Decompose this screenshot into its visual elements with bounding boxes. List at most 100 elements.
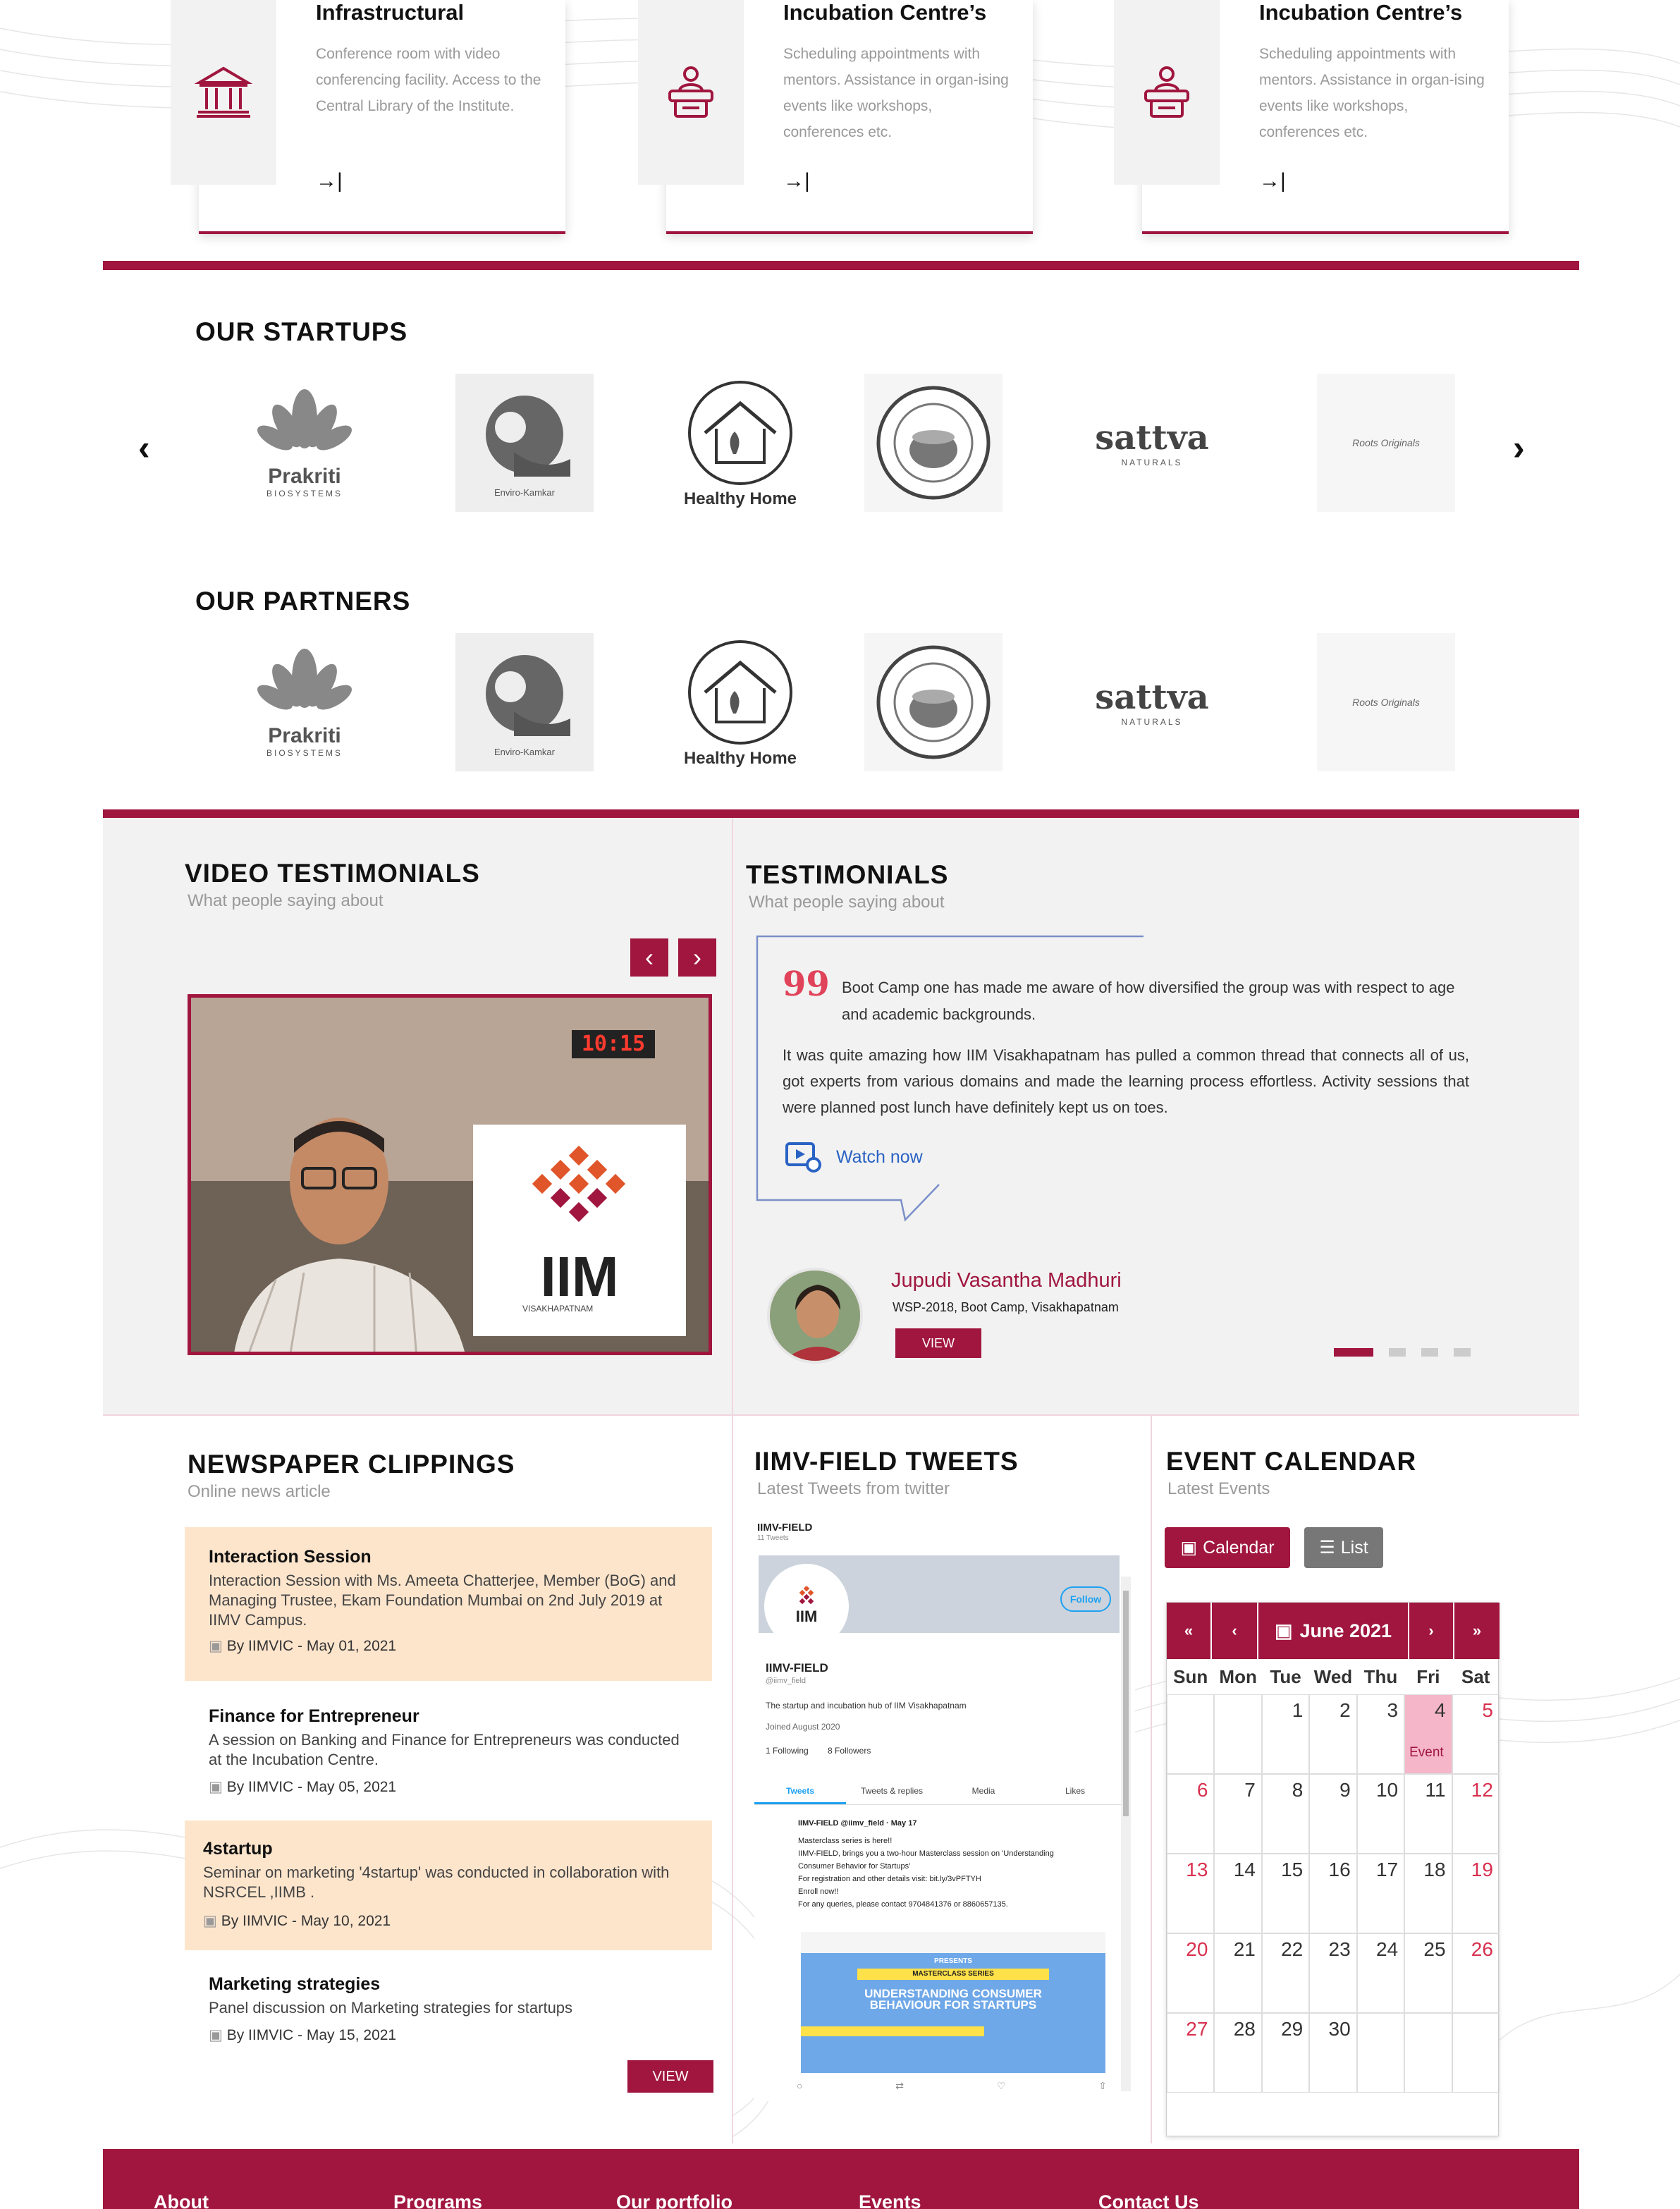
calendar-day[interactable]: 22 [1261, 1933, 1310, 2013]
service-arrow-button[interactable]: →| [783, 169, 810, 193]
video-next-button[interactable]: › [678, 938, 716, 977]
newspaper-view-button[interactable]: VIEW [627, 2060, 713, 2093]
list-view-button[interactable]: ☰ List [1304, 1527, 1383, 1568]
calendar-day [1452, 2013, 1500, 2093]
calendar-day[interactable]: 27 [1167, 2013, 1215, 2093]
partner-logo-enviro-kamkar[interactable]: Enviro-Kamkar [455, 633, 594, 771]
service-arrow-button[interactable]: →| [316, 169, 343, 193]
calendar-day[interactable]: 21 [1214, 1933, 1262, 2013]
twitter-embed[interactable]: IIMV-FIELD 11 Tweets IIM Follow IIMV-FIE… [754, 1516, 1135, 2101]
news-item[interactable]: Interaction Session Interaction Session … [185, 1527, 712, 1681]
calendar-day[interactable]: 11 [1404, 1774, 1452, 1854]
video-prev-button[interactable]: ‹ [630, 938, 668, 977]
service-card-incubation-1: Incubation Centre’s Scheduling appointme… [638, 0, 1033, 234]
tweet-text: Masterclass series is here!! IIMV-FIELD,… [798, 1835, 1108, 1911]
share-icon[interactable]: ⇧ [1098, 2080, 1107, 2092]
calendar-prev-month[interactable]: ‹ [1212, 1603, 1258, 1659]
event-label[interactable]: Event [1409, 1745, 1444, 1761]
enviro-icon [486, 654, 570, 736]
calendar-day [1214, 1694, 1262, 1774]
footer-link-contact[interactable]: Contact Us [1098, 2191, 1199, 2209]
calendar-day[interactable]: 24 [1356, 1933, 1405, 2013]
footer-link-events[interactable]: Events [859, 2191, 921, 2209]
news-item[interactable]: 4startup Seminar on marketing '4startup'… [185, 1821, 712, 1950]
watch-now-link[interactable]: Watch now [784, 1141, 923, 1173]
calendar-day-event[interactable]: 4 Event [1404, 1694, 1452, 1774]
calendar-day[interactable]: 15 [1261, 1854, 1310, 1933]
calendar-day[interactable]: 13 [1167, 1854, 1215, 1933]
calendar-day[interactable]: 30 [1309, 2013, 1357, 2093]
twitter-tab-replies[interactable]: Tweets & replies [846, 1777, 938, 1804]
calendar-day[interactable]: 18 [1404, 1854, 1452, 1933]
calendar-day[interactable]: 7 [1214, 1774, 1262, 1854]
calendar-day[interactable]: 8 [1261, 1774, 1310, 1854]
startup-logo-prakriti[interactable]: Prakriti BIOSYSTEMS [235, 374, 374, 512]
retweet-icon[interactable]: ⇄ [895, 2080, 904, 2092]
tweet-media-banner[interactable]: PRESENTS MASTERCLASS SERIES UNDERSTANDIN… [801, 1932, 1105, 2073]
footer-link-about[interactable]: About [154, 2191, 209, 2209]
calendar-day[interactable]: 6 [1167, 1774, 1215, 1854]
calendar-view-button[interactable]: ▣ Calendar [1165, 1527, 1290, 1568]
tweet-line: For registration and other details visit… [798, 1875, 981, 1883]
partner-logo-sattva[interactable]: sattva NATURALS [1083, 633, 1221, 771]
twitter-tab-likes[interactable]: Likes [1029, 1777, 1121, 1804]
calendar-day[interactable]: 23 [1309, 1933, 1357, 2013]
carousel-prev-arrow[interactable]: ‹ [138, 427, 150, 468]
video-thumbnail[interactable]: 10:15 IIM VISAKHAPATNAM [188, 994, 712, 1355]
calendar-day[interactable]: 3 [1356, 1694, 1405, 1774]
partner-logo-roots-originals[interactable]: Roots Originals [1317, 633, 1455, 771]
slider-dot[interactable] [1421, 1348, 1438, 1357]
calendar-day[interactable]: 26 [1452, 1933, 1500, 2013]
calendar-day[interactable]: 1 [1261, 1694, 1310, 1774]
reply-icon[interactable]: ○ [797, 2080, 802, 2092]
partner-logo-prakriti[interactable]: Prakriti BIOSYSTEMS [235, 633, 374, 771]
calendar-day[interactable]: 10 [1356, 1774, 1405, 1854]
calendar-day [1356, 2013, 1405, 2093]
footer: About Programs Our portfolio Events Cont… [103, 2149, 1579, 2209]
slider-dot-active[interactable] [1334, 1348, 1373, 1357]
twitter-followers: 8 Followers [828, 1746, 871, 1756]
calendar-day[interactable]: 5 [1452, 1694, 1500, 1774]
startup-logo-enviro-kamkar[interactable]: Enviro-Kamkar [455, 374, 594, 512]
calendar-next-month[interactable]: › [1409, 1603, 1454, 1659]
service-arrow-button[interactable]: →| [1259, 169, 1286, 193]
calendar-next-year[interactable]: » [1454, 1603, 1500, 1659]
calendar-day[interactable]: 20 [1167, 1933, 1215, 2013]
startup-logo-healthy-home[interactable]: Healthy Home [671, 374, 809, 512]
calendar-month-label[interactable]: ▣ June 2021 [1258, 1603, 1409, 1659]
startup-logo-indian-spice-basket[interactable] [864, 374, 1003, 512]
news-item[interactable]: Finance for Entrepreneur A session on Ba… [185, 1687, 712, 1818]
calendar-day[interactable]: 29 [1261, 2013, 1310, 2093]
calendar-day[interactable]: 28 [1214, 2013, 1262, 2093]
calendar-day[interactable]: 19 [1452, 1854, 1500, 1933]
carousel-next-arrow[interactable]: › [1513, 427, 1525, 468]
news-item[interactable]: Marketing strategies Panel discussion on… [185, 1956, 712, 2062]
calendar-day[interactable]: 12 [1452, 1774, 1500, 1854]
calendar-day[interactable]: 16 [1309, 1854, 1357, 1933]
news-item-title: Finance for Entrepreneur [209, 1706, 419, 1726]
startup-logo-sattva[interactable]: sattva NATURALS [1083, 374, 1221, 512]
calendar-day[interactable]: 25 [1404, 1933, 1452, 2013]
twitter-following: 1 Following [766, 1746, 809, 1756]
slider-dot[interactable] [1454, 1348, 1471, 1357]
calendar-prev-year[interactable]: « [1167, 1603, 1212, 1659]
twitter-tab-tweets[interactable]: Tweets [754, 1777, 846, 1804]
partner-logo-healthy-home[interactable]: Healthy Home [671, 633, 809, 771]
calendar-day[interactable]: 9 [1309, 1774, 1357, 1854]
slider-dot[interactable] [1389, 1348, 1406, 1357]
list-icon: ☰ [1319, 1538, 1335, 1558]
twitter-scrollbar-thumb[interactable] [1123, 1591, 1129, 1816]
calendar-day[interactable]: 17 [1356, 1854, 1405, 1933]
twitter-follow-button[interactable]: Follow [1060, 1586, 1111, 1612]
testimonial-view-button[interactable]: VIEW [895, 1328, 981, 1358]
startup-logo-roots-originals[interactable]: Roots Originals [1317, 374, 1455, 512]
like-icon[interactable]: ♡ [997, 2080, 1006, 2092]
twitter-scrollbar[interactable] [1121, 1577, 1131, 2091]
twitter-tab-media[interactable]: Media [938, 1777, 1029, 1804]
calendar-day[interactable]: 14 [1214, 1854, 1262, 1933]
partner-logo-indian-spice-basket[interactable] [864, 633, 1003, 771]
footer-link-portfolio[interactable]: Our portfolio [616, 2191, 732, 2209]
footer-link-programs[interactable]: Programs [393, 2191, 482, 2209]
calendar-day[interactable]: 2 [1309, 1694, 1357, 1774]
service-card-infrastructural: Infrastructural Conference room with vid… [171, 0, 565, 234]
